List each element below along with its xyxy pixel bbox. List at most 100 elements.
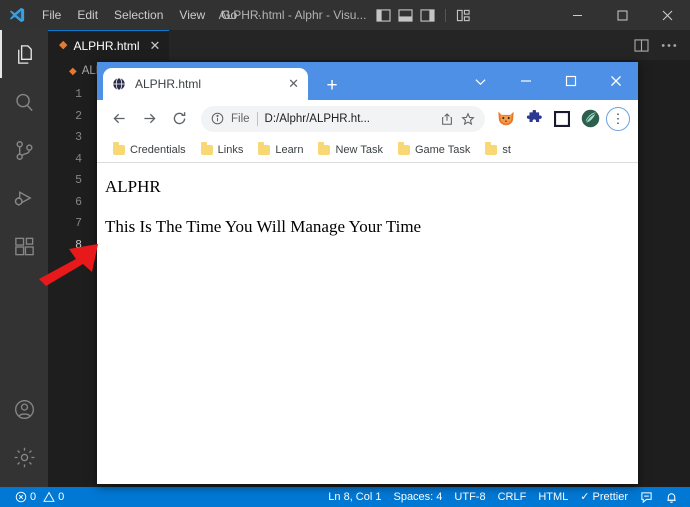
- profile-avatar-icon[interactable]: [579, 108, 601, 130]
- browser-tab-title: ALPHR.html: [135, 77, 202, 91]
- page-heading: ALPHR: [105, 177, 161, 196]
- browser-close-button[interactable]: [593, 62, 638, 100]
- split-editor-icon[interactable]: [634, 38, 649, 52]
- cursor-position[interactable]: Ln 8, Col 1: [322, 487, 387, 507]
- tab-search-chevron-down-icon[interactable]: [458, 62, 503, 100]
- puzzle-extensions-icon[interactable]: [523, 108, 545, 130]
- app-root: File Edit Selection View Go ··· ALPHR.ht…: [0, 0, 690, 507]
- reload-button-icon[interactable]: [165, 105, 193, 133]
- chrome-menu-button[interactable]: ⋮: [606, 106, 630, 131]
- bookmark-star-icon[interactable]: [461, 111, 475, 126]
- vscode-logo-icon: [0, 6, 34, 24]
- vscode-close-button[interactable]: [645, 0, 690, 30]
- breadcrumb-html-icon: ◆: [69, 65, 77, 77]
- square-extension-icon[interactable]: [551, 108, 573, 130]
- bookmark-item[interactable]: st: [479, 142, 517, 158]
- vscode-activity-bar: [0, 30, 48, 487]
- line-number: 1: [75, 88, 82, 101]
- status-bar-right: Ln 8, Col 1 Spaces: 4 UTF-8 CRLF HTML ✓ …: [322, 487, 690, 507]
- tab-alphr-html[interactable]: ◆ ALPHR.html ✕: [48, 30, 170, 60]
- bookmark-label: Links: [217, 143, 244, 156]
- layout-divider: [445, 8, 447, 22]
- language-mode[interactable]: HTML: [532, 487, 574, 507]
- page-paragraph: This Is The Time You Will Manage Your Ti…: [105, 217, 422, 236]
- indentation-setting[interactable]: Spaces: 4: [387, 487, 448, 507]
- vscode-window-controls: [555, 0, 690, 30]
- problems-indicator[interactable]: 0 0: [9, 487, 70, 507]
- line-number: 6: [75, 195, 82, 209]
- back-button-icon[interactable]: [105, 105, 133, 133]
- browser-tab-strip: ALPHR.html ✕ +: [97, 62, 638, 100]
- sidebar-item-extensions[interactable]: [0, 222, 48, 270]
- prettier-formatter[interactable]: ✓ Prettier: [574, 487, 634, 507]
- browser-maximize-button[interactable]: [548, 62, 593, 100]
- browser-tab-alphr[interactable]: ALPHR.html ✕: [103, 68, 308, 100]
- sidebar-item-explorer[interactable]: [0, 30, 48, 78]
- bookmark-label: Game Task: [414, 143, 471, 156]
- editor-actions: [634, 30, 690, 60]
- folder-icon: [485, 142, 498, 155]
- bookmark-label: Learn: [275, 143, 304, 156]
- bookmark-item[interactable]: Credentials: [107, 142, 192, 158]
- error-count: 0: [30, 491, 37, 503]
- sidebar-item-source-control[interactable]: [0, 126, 48, 174]
- more-actions-icon[interactable]: [661, 43, 677, 48]
- globe-icon: [112, 77, 126, 91]
- menu-go[interactable]: Go: [213, 4, 245, 26]
- toggle-secondary-sidebar-icon[interactable]: [420, 8, 435, 22]
- browser-window-controls: [458, 62, 638, 100]
- bookmarks-bar: Credentials Links Learn New Task Game Ta…: [97, 137, 638, 163]
- line-number: 3: [75, 131, 82, 144]
- share-icon[interactable]: [440, 112, 454, 126]
- encoding-setting[interactable]: UTF-8: [448, 487, 491, 507]
- bookmark-item[interactable]: New Task: [312, 142, 388, 158]
- toggle-primary-sidebar-icon[interactable]: [376, 8, 391, 22]
- menu-selection[interactable]: Selection: [106, 4, 171, 26]
- menu-file[interactable]: File: [34, 4, 69, 26]
- layout-controls: [376, 8, 471, 22]
- browser-toolbar: File D:/Alphr/ALPHR.ht... ⋮: [97, 100, 638, 137]
- browser-tab-close-icon[interactable]: ✕: [288, 76, 299, 92]
- line-number: 2: [75, 109, 82, 123]
- warning-count: 0: [58, 491, 65, 503]
- folder-icon: [258, 142, 271, 155]
- line-number: 7: [75, 217, 82, 230]
- sidebar-item-run-debug[interactable]: [0, 174, 48, 222]
- vscode-minimize-button[interactable]: [555, 0, 600, 30]
- forward-button-icon[interactable]: [135, 105, 163, 133]
- bookmark-item[interactable]: Links: [195, 142, 250, 158]
- bookmark-label: New Task: [335, 143, 383, 156]
- menu-edit[interactable]: Edit: [69, 4, 106, 26]
- warning-icon: [43, 491, 55, 503]
- sidebar-item-search[interactable]: [0, 78, 48, 126]
- line-number-current: 8: [75, 238, 82, 252]
- editor-tab-bar: ◆ ALPHR.html ✕: [48, 30, 690, 60]
- line-number: 5: [75, 174, 82, 187]
- bookmark-item[interactable]: Game Task: [392, 142, 476, 158]
- url-text: D:/Alphr/ALPHR.ht...: [264, 112, 370, 125]
- menu-view[interactable]: View: [171, 4, 213, 26]
- bookmark-item[interactable]: Learn: [252, 142, 309, 158]
- customize-layout-icon[interactable]: [456, 9, 471, 22]
- bookmark-label: st: [502, 143, 511, 156]
- tab-close-icon[interactable]: ✕: [150, 39, 161, 52]
- notifications-bell-icon[interactable]: [659, 487, 684, 507]
- vscode-status-bar: 0 0 Ln 8, Col 1 Spaces: 4 UTF-8 CRLF HTM…: [0, 487, 690, 507]
- account-icon[interactable]: [0, 385, 48, 433]
- error-icon: [15, 491, 27, 503]
- browser-minimize-button[interactable]: [503, 62, 548, 100]
- toggle-panel-icon[interactable]: [398, 8, 413, 22]
- settings-gear-icon[interactable]: [0, 433, 48, 481]
- address-bar[interactable]: File D:/Alphr/ALPHR.ht...: [201, 105, 485, 132]
- folder-icon: [200, 142, 213, 155]
- new-tab-button[interactable]: +: [319, 72, 345, 98]
- line-number: 4: [75, 152, 82, 166]
- info-circle-icon[interactable]: [211, 112, 224, 125]
- folder-icon: [113, 142, 125, 155]
- fox-extension-icon[interactable]: [495, 108, 517, 130]
- remote-feedback-icon[interactable]: [634, 487, 659, 507]
- vscode-maximize-button[interactable]: [600, 0, 645, 30]
- vscode-title-bar: File Edit Selection View Go ··· ALPHR.ht…: [0, 0, 690, 30]
- eol-setting[interactable]: CRLF: [492, 487, 533, 507]
- menu-more[interactable]: ···: [245, 4, 273, 26]
